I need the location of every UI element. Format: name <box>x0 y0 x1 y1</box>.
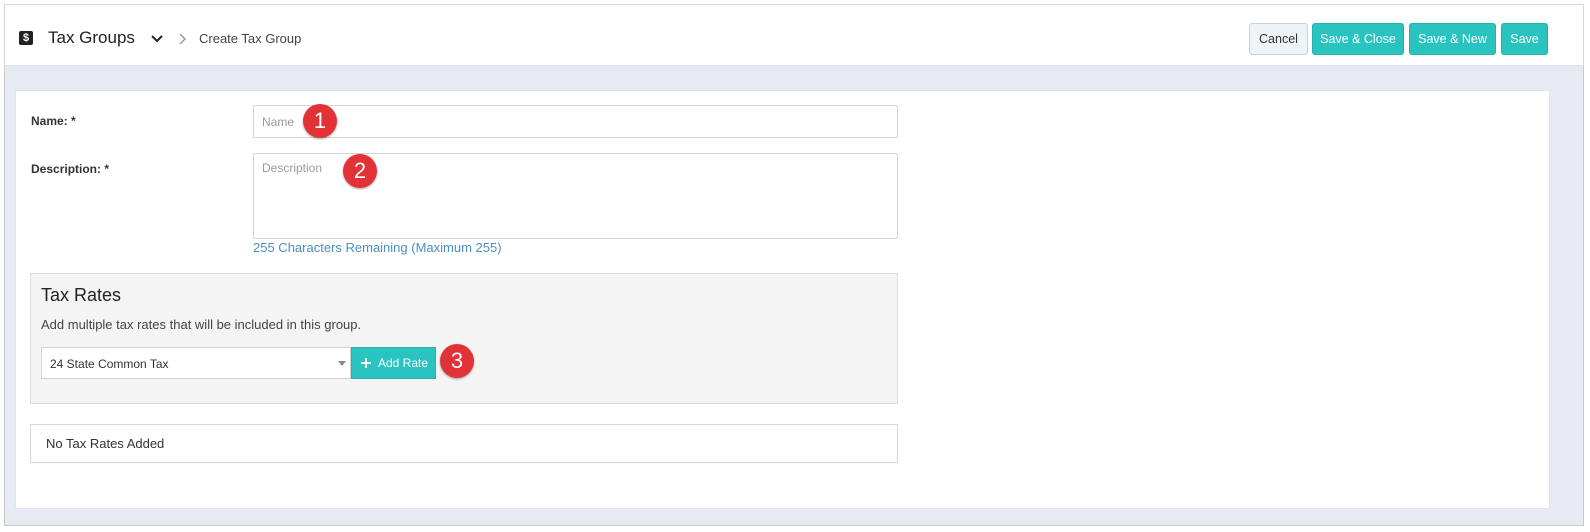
cancel-button[interactable]: Cancel <box>1249 23 1308 55</box>
tax-rates-list: No Tax Rates Added <box>30 424 898 463</box>
module-title[interactable]: Tax Groups <box>48 28 135 48</box>
empty-message: No Tax Rates Added <box>46 436 165 451</box>
plus-icon <box>361 358 371 368</box>
tax-rates-hint: Add multiple tax rates that will be incl… <box>41 317 362 332</box>
save-new-button[interactable]: Save & New <box>1409 23 1496 55</box>
caret-down-icon <box>338 361 346 366</box>
name-label: Name: * <box>31 114 76 128</box>
characters-remaining: 255 Characters Remaining (Maximum 255) <box>253 240 502 255</box>
dollar-icon: $ <box>19 31 33 45</box>
breadcrumb-current: Create Tax Group <box>199 31 302 46</box>
save-button[interactable]: Save <box>1501 23 1548 55</box>
add-rate-button[interactable]: Add Rate <box>351 347 436 379</box>
add-rate-label: Add Rate <box>378 356 429 370</box>
step-marker-2: 2 <box>343 154 377 188</box>
step-marker-3: 3 <box>440 344 474 378</box>
tax-rates-panel: Tax Rates Add multiple tax rates that wi… <box>30 273 898 404</box>
chevron-right-icon <box>179 33 187 45</box>
name-input[interactable] <box>253 105 898 138</box>
step-marker-1: 1 <box>303 104 337 138</box>
description-label: Description: * <box>31 162 110 176</box>
save-close-button[interactable]: Save & Close <box>1312 23 1404 55</box>
tax-rate-select-value: 24 State Common Tax <box>50 357 169 371</box>
tax-rates-title: Tax Rates <box>41 285 122 305</box>
top-bar: $ Tax Groups Create Tax Group Cancel Sav… <box>4 4 1584 66</box>
tax-rate-select[interactable]: 24 State Common Tax <box>41 347 351 379</box>
chevron-down-icon[interactable] <box>150 32 164 46</box>
